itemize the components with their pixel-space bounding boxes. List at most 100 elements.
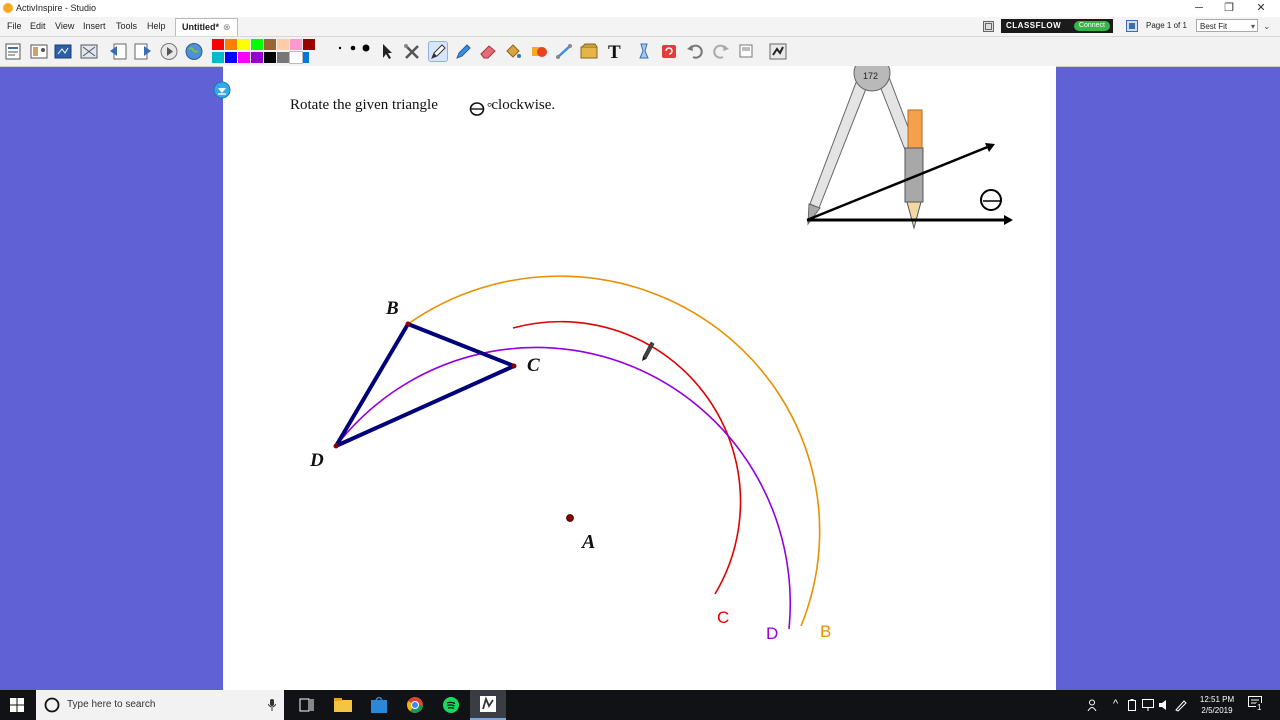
- document-tab[interactable]: Untitled* ⊗: [175, 18, 238, 36]
- previous-page-icon: [110, 43, 127, 60]
- page-browser-icon[interactable]: [1126, 20, 1138, 32]
- shape-button[interactable]: [529, 41, 549, 62]
- eraser-button[interactable]: [478, 41, 498, 62]
- menu-tools[interactable]: Tools: [116, 21, 137, 31]
- triangle-bcd[interactable]: [334, 322, 516, 448]
- main-menu-button[interactable]: [3, 41, 23, 62]
- redo-icon: [713, 44, 729, 59]
- spotify-icon[interactable]: [443, 697, 459, 713]
- palette-swatch[interactable]: [212, 39, 224, 50]
- taskbar-search[interactable]: Type here to search: [36, 690, 284, 720]
- palette-swatch[interactable]: [225, 52, 237, 63]
- people-icon[interactable]: [1087, 699, 1100, 711]
- fill-button[interactable]: [503, 41, 523, 62]
- clipart-button[interactable]: [579, 41, 599, 62]
- svg-text:T: T: [608, 42, 621, 62]
- magic-ink-button[interactable]: [634, 41, 654, 62]
- connector-icon: [556, 44, 572, 59]
- chrome-icon[interactable]: [407, 697, 423, 713]
- chevron-down-icon[interactable]: ⌄: [1263, 21, 1271, 32]
- close-button[interactable]: ✕: [1246, 1, 1276, 16]
- tools-icon: [404, 44, 419, 59]
- flipchart-button[interactable]: [53, 41, 73, 62]
- browsers-button[interactable]: [29, 41, 49, 62]
- theta-symbol-handwritten: [469, 102, 485, 116]
- highlighter-button[interactable]: [453, 41, 473, 62]
- dual-user-button[interactable]: [768, 41, 788, 62]
- page-button[interactable]: [736, 41, 756, 62]
- menu-bar: File Edit View Insert Tools Help Untitle…: [0, 17, 1280, 37]
- pen-width-selector[interactable]: [334, 41, 374, 55]
- flipchart-page[interactable]: Rotate the given triangle clockwise. ° 1…: [223, 66, 1056, 690]
- label-b: B: [385, 298, 399, 319]
- palette-swatch[interactable]: [264, 39, 276, 50]
- task-view-icon[interactable]: [299, 698, 314, 712]
- palette-swatch[interactable]: [251, 52, 263, 63]
- restore-button[interactable]: ❐: [1214, 1, 1244, 16]
- compass-illustration: 172: [806, 66, 1013, 230]
- windows-taskbar: Type here to search ^ 12:51 PM 2/5/2019 …: [0, 690, 1280, 720]
- previous-page-button[interactable]: [108, 41, 128, 62]
- page-icon: [739, 44, 753, 58]
- palette-swatch[interactable]: [303, 52, 309, 63]
- microphone-icon[interactable]: [268, 699, 276, 711]
- taskbar-clock[interactable]: 12:51 PM 2/5/2019: [1192, 694, 1242, 716]
- magic-ink-icon: [639, 43, 649, 59]
- play-button[interactable]: [159, 41, 179, 62]
- activinspire-taskbar-button[interactable]: [470, 690, 506, 720]
- pen-workspace-icon[interactable]: [1174, 698, 1188, 712]
- connector-button[interactable]: [554, 41, 574, 62]
- page-dropdown-icon[interactable]: [213, 81, 231, 99]
- battery-icon[interactable]: [1128, 699, 1136, 711]
- palette-swatch[interactable]: [212, 52, 224, 63]
- network-icon[interactable]: [1142, 699, 1154, 711]
- undo-button[interactable]: [685, 41, 705, 62]
- tools-button[interactable]: [402, 41, 422, 62]
- palette-swatch[interactable]: [303, 39, 315, 50]
- file-explorer-icon[interactable]: [334, 698, 352, 712]
- zoom-select[interactable]: Best Fit: [1196, 19, 1258, 33]
- next-page-button[interactable]: [133, 41, 153, 62]
- arc-label-d: D: [766, 624, 778, 643]
- arc-c: [512, 320, 742, 595]
- main-toolbar: T: [0, 37, 1280, 67]
- clock-date: 2/5/2019: [1201, 706, 1233, 715]
- store-icon[interactable]: [371, 697, 387, 713]
- desktop-annotate-button[interactable]: [79, 41, 99, 62]
- reset-page-button[interactable]: [659, 41, 679, 62]
- menu-insert[interactable]: Insert: [83, 21, 106, 31]
- web-browser-button[interactable]: [184, 41, 204, 62]
- menu-help[interactable]: Help: [147, 21, 166, 31]
- minimize-button[interactable]: ─: [1184, 1, 1214, 16]
- menu-view[interactable]: View: [55, 21, 74, 31]
- palette-swatch[interactable]: [277, 52, 289, 63]
- classflow-connect-button[interactable]: Connect: [1073, 21, 1110, 31]
- palette-swatch[interactable]: [264, 52, 276, 63]
- dual-user-icon: [769, 43, 787, 60]
- menu-file[interactable]: File: [7, 21, 22, 31]
- show-hidden-icons-icon[interactable]: ^: [1113, 698, 1118, 710]
- palette-swatch[interactable]: [225, 39, 237, 50]
- volume-icon[interactable]: [1158, 699, 1170, 711]
- palette-swatch[interactable]: [238, 39, 250, 50]
- highlighter-icon: [456, 44, 471, 59]
- menu-edit[interactable]: Edit: [30, 21, 46, 31]
- text-button[interactable]: T: [605, 41, 625, 63]
- pen-tool-button[interactable]: [428, 41, 448, 62]
- point-c: [511, 363, 517, 369]
- palette-swatch[interactable]: [251, 39, 263, 50]
- page-view-icon[interactable]: [983, 21, 994, 32]
- tab-close-icon[interactable]: ⊗: [223, 22, 231, 32]
- palette-swatch[interactable]: [238, 52, 250, 63]
- windows-start-icon[interactable]: [10, 698, 24, 712]
- redo-button[interactable]: [711, 41, 731, 62]
- action-center-button[interactable]: 1: [1248, 696, 1266, 714]
- flipchart-icon: [54, 44, 72, 59]
- palette-swatch[interactable]: [290, 39, 302, 50]
- palette-swatch[interactable]: [277, 39, 289, 50]
- palette-swatch[interactable]: [289, 51, 303, 64]
- title-bar: ActivInspire - Studio ─ ❐ ✕: [0, 0, 1280, 17]
- fill-icon: [506, 44, 521, 58]
- window-title: ActivInspire - Studio: [16, 3, 97, 13]
- select-tool-button[interactable]: [377, 41, 397, 62]
